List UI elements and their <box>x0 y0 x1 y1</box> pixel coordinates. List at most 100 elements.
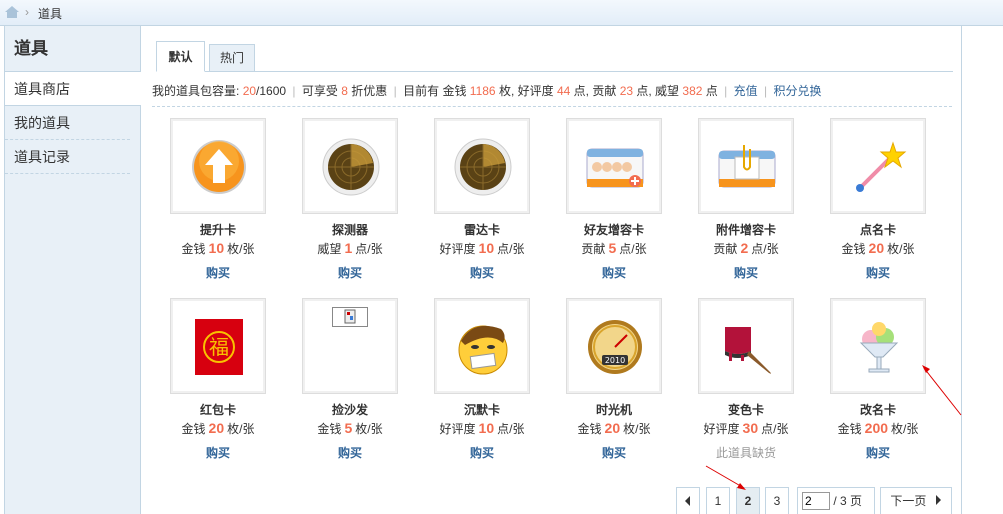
item-name: 红包卡 <box>199 403 236 417</box>
item-name: 变色卡 <box>727 403 764 417</box>
item-card: 沉默卡 好评度 10 点/张 购买 <box>405 298 537 468</box>
capacity-total: /1600 <box>256 84 287 98</box>
item-image[interactable] <box>830 298 926 394</box>
page-jump: / 3 页 <box>797 487 875 514</box>
item-name: 好友增容卡 <box>583 223 644 237</box>
svg-text:2010: 2010 <box>605 356 625 365</box>
item-price: 金钱 20 枚/张 <box>841 240 915 256</box>
buy-button[interactable]: 购买 <box>801 444 955 461</box>
contribution-value: 23 <box>619 84 634 98</box>
item-image[interactable] <box>170 118 266 214</box>
item-price: 金钱 200 枚/张 <box>837 420 919 436</box>
item-name: 点名卡 <box>859 223 896 237</box>
chevron-left-icon <box>685 496 690 506</box>
buy-button[interactable]: 购买 <box>273 264 427 281</box>
reputation-value: 44 <box>556 84 571 98</box>
friend-card-icon <box>586 148 644 188</box>
item-card: 雷达卡 好评度 10 点/张 购买 <box>405 118 537 288</box>
item-name: 探测器 <box>331 223 368 237</box>
item-price: 金钱 5 枚/张 <box>317 420 383 436</box>
next-page-label: 下一页 <box>890 494 927 508</box>
item-card: 捡沙发 金钱 5 枚/张 购买 <box>273 298 405 468</box>
item-price: 威望 1 点/张 <box>317 240 383 256</box>
home-icon[interactable] <box>4 5 20 19</box>
buy-button[interactable]: 购买 <box>801 264 955 281</box>
item-price: 金钱 20 枚/张 <box>181 420 255 436</box>
current-pre: 目前有 金钱 <box>403 84 467 98</box>
item-name: 时光机 <box>595 403 632 417</box>
prev-page-button[interactable] <box>676 487 700 514</box>
discount-post: 折优惠 <box>351 84 388 98</box>
buy-button[interactable]: 购买 <box>669 264 823 281</box>
item-card: 提升卡 金钱 10 枚/张 购买 <box>141 118 273 288</box>
out-of-stock-label: 此道具缺货 <box>715 446 776 460</box>
item-card: 好友增容卡 贡献 5 点/张 购买 <box>537 118 669 288</box>
item-price: 金钱 20 枚/张 <box>577 420 651 436</box>
status-line: 我的道具包容量: 20/1600 | 可享受 8 折优惠 | 目前有 金钱 11… <box>152 84 822 98</box>
item-name: 捡沙发 <box>331 403 368 417</box>
sidebar: 道具 道具商店 我的道具 道具记录 <box>4 26 141 514</box>
discount-value: 8 <box>341 84 348 98</box>
annotation-arrow-icon <box>922 365 962 416</box>
item-image[interactable]: 福 <box>170 298 266 394</box>
item-image[interactable] <box>698 118 794 214</box>
tab-hot[interactable]: 热门 <box>209 44 255 72</box>
item-image[interactable] <box>302 118 398 214</box>
item-card: 变色卡 好评度 30 点/张 此道具缺货 <box>669 298 801 468</box>
capacity-label: 我的道具包容量: <box>152 84 240 98</box>
item-image[interactable] <box>434 118 530 214</box>
red-envelope-icon: 福 <box>195 319 243 375</box>
item-name: 提升卡 <box>199 223 236 237</box>
breadcrumb: › 道具 <box>0 0 1003 26</box>
attachment-card-icon <box>718 145 776 188</box>
tab-bar: 默认 热门 <box>156 41 953 72</box>
buy-button[interactable]: 购买 <box>405 264 559 281</box>
buy-button[interactable]: 购买 <box>537 444 691 461</box>
item-card: 2010 时光机 金钱 20 枚/张 购买 <box>537 298 669 468</box>
item-name: 雷达卡 <box>463 223 500 237</box>
recharge-link[interactable]: 充值 <box>734 84 758 98</box>
page-button-3[interactable]: 3 <box>765 487 789 514</box>
buy-button[interactable]: 购买 <box>141 444 295 461</box>
buy-button[interactable]: 购买 <box>537 264 691 281</box>
buy-button[interactable]: 购买 <box>273 444 427 461</box>
contribution-unit: 点, 威望 <box>636 84 680 98</box>
breadcrumb-separator: › <box>25 5 29 19</box>
item-price: 好评度 30 点/张 <box>703 420 789 436</box>
item-card: 改名卡 金钱 200 枚/张 购买 <box>801 298 933 468</box>
money-value: 1186 <box>469 84 496 98</box>
sidebar-item-records[interactable]: 道具记录 <box>5 140 130 174</box>
discount-pre: 可享受 <box>301 84 338 98</box>
prestige-value: 382 <box>682 84 703 98</box>
ice-cream-icon <box>859 322 899 373</box>
sidebar-item-my-items[interactable]: 我的道具 <box>5 106 130 140</box>
prestige-unit: 点 <box>705 84 718 98</box>
buy-button[interactable]: 购买 <box>141 264 295 281</box>
annotation-arrow-icon <box>705 465 746 490</box>
item-image[interactable] <box>434 298 530 394</box>
item-name: 沉默卡 <box>463 403 500 417</box>
broken-image-icon <box>332 307 368 327</box>
paint-brush-icon <box>725 327 771 374</box>
item-price: 好评度 10 点/张 <box>439 240 525 256</box>
item-card: 附件增容卡 贡献 2 点/张 购买 <box>669 118 801 288</box>
svg-text:福: 福 <box>209 335 229 359</box>
radar-icon <box>454 138 512 196</box>
radar-icon <box>322 138 380 196</box>
item-price: 金钱 10 枚/张 <box>181 240 255 256</box>
tab-default[interactable]: 默认 <box>156 41 205 72</box>
exchange-link[interactable]: 积分兑换 <box>773 84 821 98</box>
item-image[interactable] <box>830 118 926 214</box>
buy-button[interactable]: 购买 <box>405 444 559 461</box>
page-jump-input[interactable] <box>802 492 830 510</box>
next-page-button[interactable]: 下一页 <box>880 487 952 514</box>
reputation-unit: 点, 贡献 <box>573 84 617 98</box>
item-image[interactable]: 2010 <box>566 298 662 394</box>
sidebar-item-shop[interactable]: 道具商店 <box>5 72 141 106</box>
item-price: 好评度 10 点/张 <box>439 420 525 436</box>
item-image[interactable] <box>566 118 662 214</box>
item-image[interactable] <box>698 298 794 394</box>
breadcrumb-current: 道具 <box>38 7 63 21</box>
item-image[interactable] <box>302 298 398 394</box>
item-card: 点名卡 金钱 20 枚/张 购买 <box>801 118 933 288</box>
